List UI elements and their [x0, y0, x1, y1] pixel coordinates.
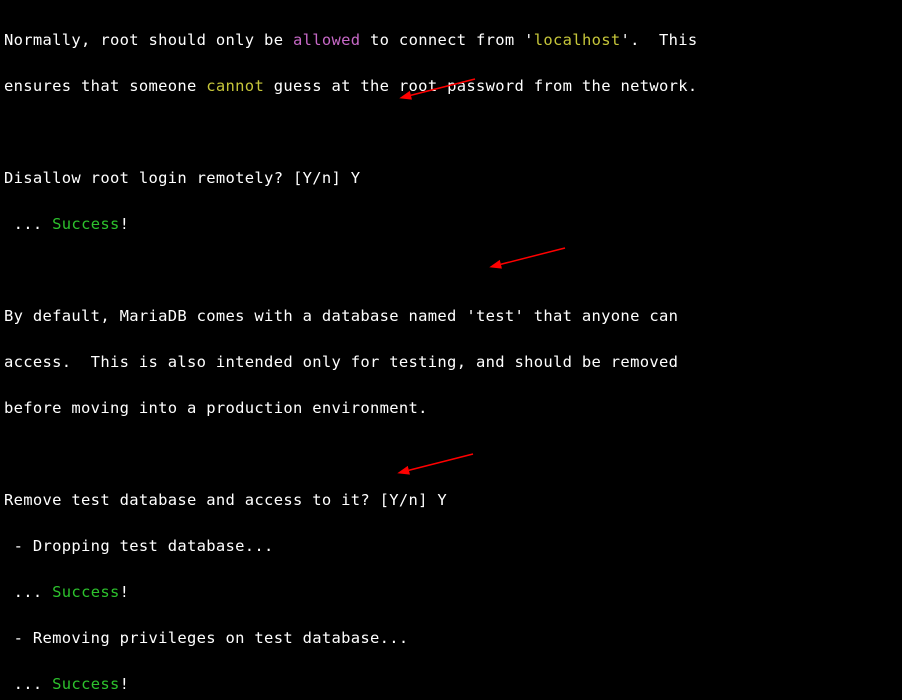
prompt-disallow-root: Disallow root login remotely? [Y/n] Y — [4, 167, 698, 190]
text-line: ensures that someone cannot guess at the… — [4, 75, 698, 98]
prompt-remove-test-db: Remove test database and access to it? [… — [4, 489, 698, 512]
terminal-output: Normally, root should only be allowed to… — [4, 6, 698, 700]
highlight-allowed: allowed — [293, 31, 360, 49]
text-line: Normally, root should only be allowed to… — [4, 29, 698, 52]
text-line: By default, MariaDB comes with a databas… — [4, 305, 698, 328]
blank-line — [4, 121, 698, 144]
text-line: before moving into a production environm… — [4, 397, 698, 420]
status-success: ... Success! — [4, 673, 698, 696]
status-success: ... Success! — [4, 213, 698, 236]
text-line: access. This is also intended only for t… — [4, 351, 698, 374]
highlight-localhost: localhost — [534, 31, 621, 49]
blank-line — [4, 443, 698, 466]
text-line: - Dropping test database... — [4, 535, 698, 558]
text-line: - Removing privileges on test database..… — [4, 627, 698, 650]
highlight-cannot: cannot — [206, 77, 264, 95]
blank-line — [4, 259, 698, 282]
status-success: ... Success! — [4, 581, 698, 604]
